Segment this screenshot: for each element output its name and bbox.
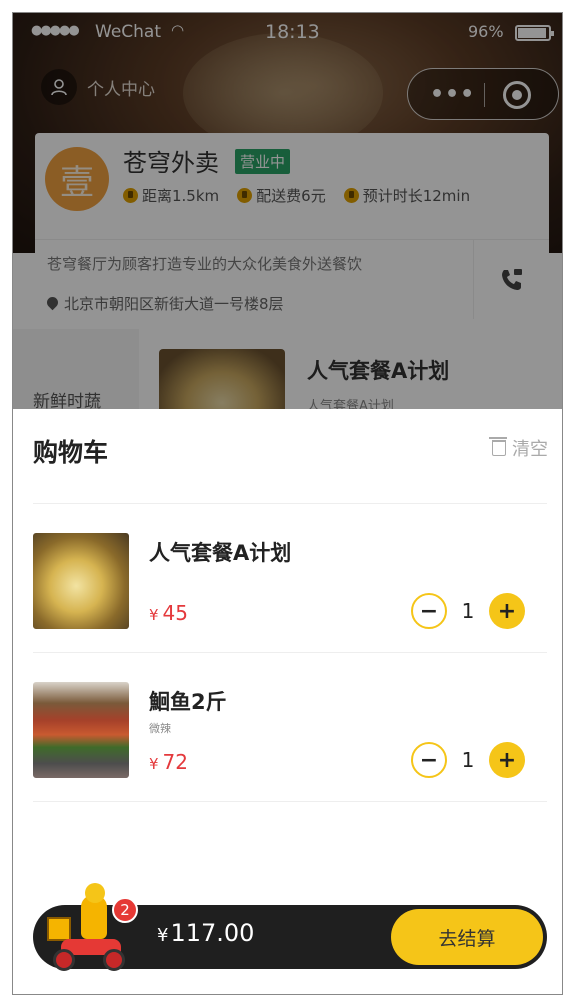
decrease-button[interactable]: − [411,593,447,629]
divider [33,801,547,802]
trash-icon [489,437,507,456]
phone-screen: ●●●●● WeChat ◠ 18:13 96% 个人中心 ••• 壹 苍穹外卖… [12,12,563,995]
clear-cart-button[interactable]: 清空 [489,435,548,461]
quantity-value: 1 [461,599,475,623]
price-value: 72 [162,750,188,774]
cart-count-badge: 2 [112,897,138,923]
decrease-button[interactable]: − [411,742,447,778]
cart-item-image [33,682,129,778]
quantity-stepper: − 1 + [411,742,525,778]
quantity-stepper: − 1 + [411,593,525,629]
cart-total: ¥117.00 [157,919,254,947]
divider [33,503,547,504]
total-value: 117.00 [170,919,255,947]
currency-symbol: ¥ [149,606,159,624]
cart-item: 人气套餐A计划 ¥45 − 1 + [13,533,562,683]
currency-symbol: ¥ [157,925,169,946]
cart-item-name: 人气套餐A计划 [149,541,292,565]
cart-item-spec: 微辣 [149,722,171,735]
cart-item-price: ¥45 [149,601,188,625]
increase-button[interactable]: + [489,593,525,629]
quantity-value: 1 [461,748,475,772]
price-value: 45 [162,601,188,625]
checkout-button[interactable]: 去结算 [391,909,543,965]
currency-symbol: ¥ [149,755,159,773]
increase-button[interactable]: + [489,742,525,778]
cart-item-name: 鮰鱼2斤 [149,690,227,714]
cart-item: 鮰鱼2斤 微辣 ¥72 − 1 + [13,682,562,832]
clear-label: 清空 [512,439,548,460]
cart-item-price: ¥72 [149,750,188,774]
rider-icon[interactable] [41,883,133,975]
cart-title: 购物车 [33,438,109,467]
cart-item-image [33,533,129,629]
divider [33,652,547,653]
modal-overlay[interactable] [13,13,562,409]
